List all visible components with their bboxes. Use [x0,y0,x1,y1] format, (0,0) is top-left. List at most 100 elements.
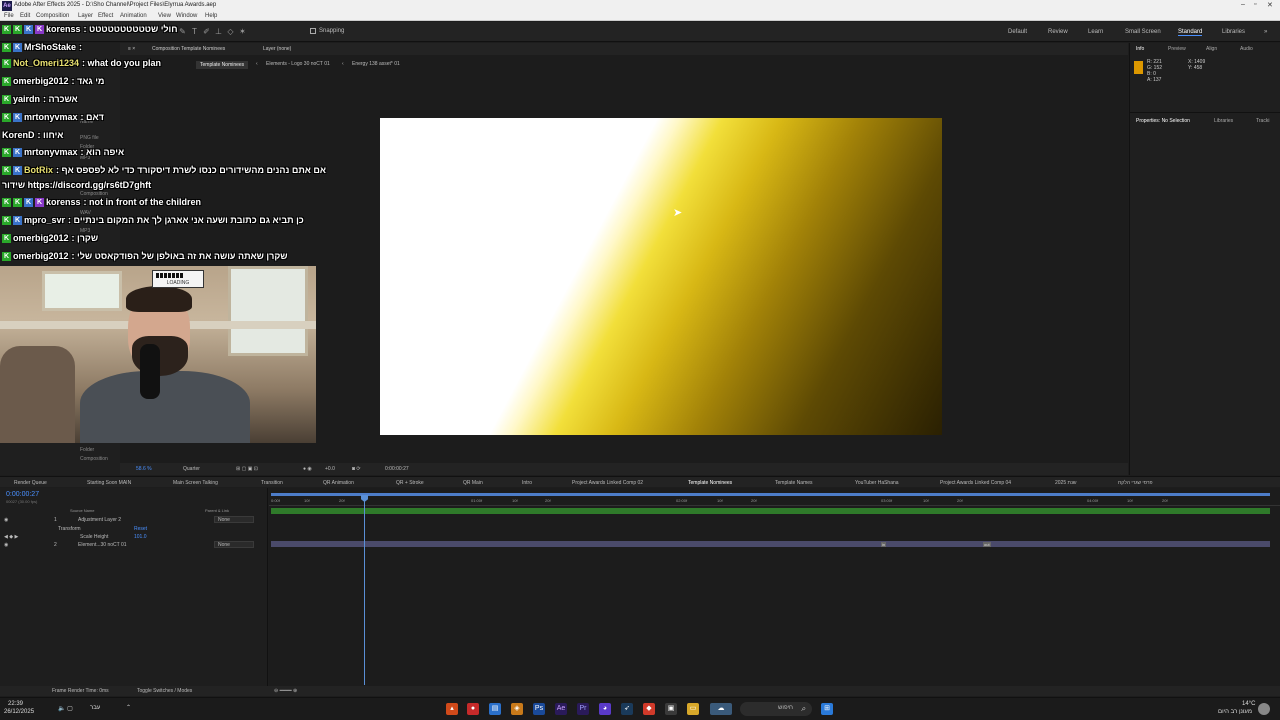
workspace-standard[interactable]: Standard [1178,29,1203,36]
tab-awards[interactable]: פרסי שגרי הלקח [1118,480,1153,486]
project-row[interactable]: Composition [80,456,108,462]
clock-date[interactable]: 26/12/2025 [4,709,34,715]
chat-badge-icon: K [2,252,11,262]
tab-qr-main[interactable]: QR Main [463,480,483,486]
keyframe-nav-icon[interactable]: ◀ ◆ ▶ [4,534,18,540]
photoshop-icon[interactable]: Ps [533,703,545,715]
chevron-up-icon[interactable]: ⌃ [126,704,131,711]
menu-effect[interactable]: Effect [98,13,113,19]
resolution-select[interactable]: Quarter [183,466,200,472]
tab-template-names[interactable]: Template Names [775,480,813,486]
maximize-icon[interactable]: ▫ [1254,1,1256,8]
tab-linked-comp-02[interactable]: Project Awards Linked Comp 02 [572,480,643,486]
weather-temp[interactable]: 14°C [1242,701,1255,707]
layer-group-row[interactable]: Transform Reset [0,525,268,533]
clock-time[interactable]: 22:39 [8,701,23,707]
tab-libraries[interactable]: Libraries [1214,118,1233,124]
tab-properties[interactable]: Properties: No Selection [1136,118,1190,124]
zoom-slider[interactable]: ⊖ ━━━━ ⊕ [274,688,297,694]
parent-select[interactable]: None [214,541,254,548]
tab-preview[interactable]: Preview [1168,46,1186,52]
playhead[interactable] [364,495,365,685]
tab-qr-animation[interactable]: QR Animation [323,480,354,486]
layer-bar-adjustment[interactable] [271,508,1270,514]
grid-icon[interactable]: ⊞ ▢ ▣ ⊡ [236,466,258,472]
app-icon[interactable]: ▣ [665,703,677,715]
language-indicator[interactable]: עבר [90,705,100,711]
taskbar-search[interactable]: חיפוש ⌕ [740,702,812,716]
workspace-review[interactable]: Review [1048,29,1068,35]
tab-audio[interactable]: Audio [1240,46,1253,52]
workspace-overflow-icon[interactable]: » [1264,29,1267,35]
tab-intro[interactable]: Intro [522,480,532,486]
after-effects-icon[interactable]: Ae [555,703,567,715]
app-icon[interactable]: ● [467,703,479,715]
workspace-libraries[interactable]: Libraries [1222,29,1245,35]
widget-icon[interactable]: ☁ [710,703,732,715]
property-value[interactable]: 101.0 [134,534,147,540]
composition-viewer[interactable] [380,118,942,435]
minimize-icon[interactable]: – [1241,1,1245,8]
steam-icon[interactable]: ➶ [621,703,633,715]
avatar[interactable] [1258,703,1270,715]
menu-view[interactable]: View [158,13,171,19]
crumb-energy[interactable]: Energy 138 asset* 01 [352,61,400,67]
windows-start-icon[interactable]: ⊞ [821,703,833,715]
timeline-timecode[interactable]: 0:00:00:27 [6,491,39,498]
exposure-value[interactable]: +0.0 [325,466,335,472]
tab-transition[interactable]: Transition [261,480,283,486]
reset-link[interactable]: Reset [134,526,147,532]
tab-main-screen[interactable]: Main Screen Talking [173,480,218,486]
eye-icon[interactable]: ◉ [4,517,8,523]
layer-marker[interactable]: in [881,542,887,547]
menu-help[interactable]: Help [205,13,217,19]
premiere-icon[interactable]: Pr [577,703,589,715]
chat-message: K K MrShoStake: [2,42,82,56]
weather-desc[interactable]: מעונן רב היום [1218,709,1252,715]
menu-edit[interactable]: Edit [20,13,30,19]
time-ruler[interactable]: 0:00f 10f 20f 01:00f 10f 20f 02:00f 10f … [269,496,1280,506]
workspace-learn[interactable]: Learn [1088,29,1103,35]
app-icon[interactable]: ▤ [489,703,501,715]
brave-icon[interactable]: ◆ [643,703,655,715]
file-explorer-icon[interactable]: ▭ [687,703,699,715]
tab-render-queue[interactable]: Render Queue [14,480,47,486]
workspace-small-screen[interactable]: Small Screen [1125,29,1161,35]
close-icon[interactable]: ✕ [1267,1,1273,9]
workspace-default[interactable]: Default [1008,29,1027,35]
chat-badge-icon: K [2,59,11,69]
tab-template-nominees[interactable]: Template Nominees [688,480,732,486]
layer-marker[interactable]: out [983,542,991,547]
color-icon[interactable]: ● ◉ [303,466,312,472]
zoom-level[interactable]: 58.6 % [136,466,152,472]
tray-icons[interactable]: 🔈 ▢ [58,705,73,712]
menu-window[interactable]: Window [176,13,197,19]
ruler-tick: 20f [751,498,757,503]
current-timecode[interactable]: 0:00:00:27 [385,466,409,472]
project-row[interactable]: Folder [80,447,94,453]
menu-animation[interactable]: Animation [120,13,147,19]
layer-row[interactable]: ◉ 2 Element...30 noCT 01 None [0,541,268,549]
discord-icon[interactable]: ◕ [599,703,611,715]
tab-youtuber-hashana[interactable]: YouTuber HaShana [855,480,899,486]
tab-info[interactable]: Info [1136,46,1144,52]
menu-layer[interactable]: Layer [78,13,93,19]
tab-linked-comp-04[interactable]: Project Awards Linked Comp 04 [940,480,1011,486]
app-icon[interactable]: ▴ [446,703,458,715]
menu-composition[interactable]: Composition [36,13,69,19]
xy-readout: X: 1409 Y: 458 [1188,59,1205,71]
tab-2025[interactable]: 2025 שנת [1055,480,1077,486]
tab-qr-stroke[interactable]: QR + Stroke [396,480,424,486]
tab-tracker[interactable]: Tracki [1256,118,1269,124]
tab-starting-soon[interactable]: Starting Soon MAIN [87,480,131,486]
app-icon[interactable]: ◈ [511,703,523,715]
layer-row[interactable]: ◉ 1 Adjustment Layer 2 None [0,516,268,524]
tab-align[interactable]: Align [1206,46,1217,52]
eye-icon[interactable]: ◉ [4,542,8,548]
layer-bar-element[interactable] [271,541,1270,547]
camera-icon[interactable]: ◙ ⟳ [352,466,361,472]
property-row[interactable]: ◀ ◆ ▶ Scale Height 101.0 [0,533,268,541]
toggle-switches-modes[interactable]: Toggle Switches / Modes [137,688,192,694]
parent-select[interactable]: None [214,516,254,523]
menu-file[interactable]: File [4,13,14,19]
